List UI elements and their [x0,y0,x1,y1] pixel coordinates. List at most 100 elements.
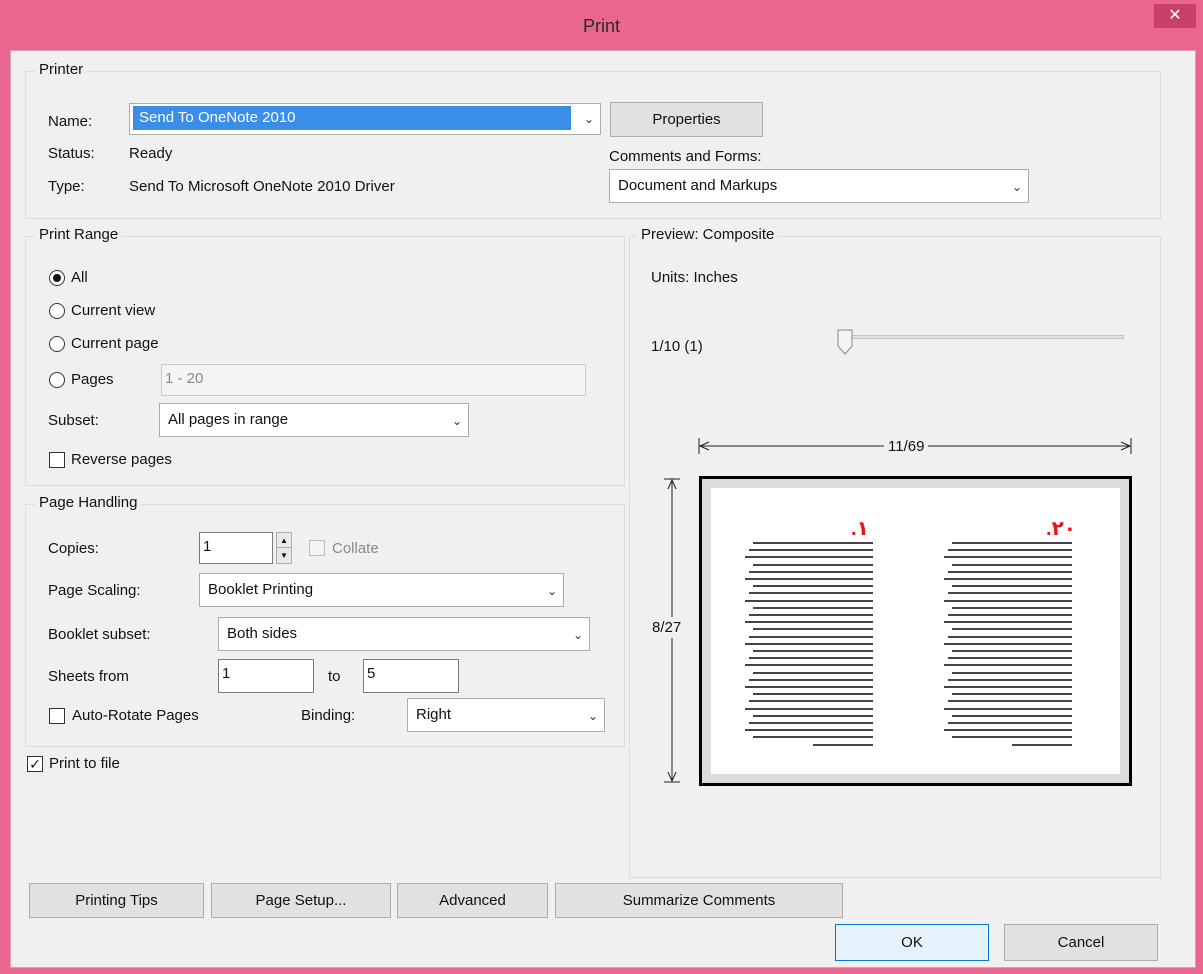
preview-text-line [952,671,1072,674]
preview-text-line [948,570,1072,573]
preview-text-line [944,578,1072,580]
stepper-down-icon[interactable]: ▼ [277,548,291,563]
copies-stepper[interactable]: ▲ ▼ [276,532,292,564]
comments-forms-select[interactable]: Document and Markups ⌄ [609,169,1029,203]
booklet-subset-label: Booklet subset: [48,626,151,643]
subset-value: All pages in range [168,411,289,428]
preview-text-line [944,621,1072,624]
window-title: Print [582,16,620,36]
subset-select[interactable]: All pages in range ⌄ [159,403,469,437]
reverse-pages-checkbox[interactable] [49,452,65,468]
preview-text-line [745,664,873,667]
preview-text-line [952,693,1072,696]
collate-checkbox[interactable] [309,540,325,556]
booklet-subset-value: Both sides [227,625,298,642]
range-current-view-radio[interactable] [49,303,65,319]
binding-label: Binding: [301,707,356,724]
sheets-to-label: to [328,668,341,685]
binding-value: Right [416,706,452,723]
preview-text-line [749,549,873,552]
close-button[interactable]: ✕ [1154,4,1196,28]
preview-text-line [952,628,1072,631]
preview-text-line [952,736,1072,739]
reverse-pages-label: Reverse pages [71,451,172,468]
preview-text-line [753,714,873,717]
printer-name-select[interactable]: Send To OneNote 2010 ⌄ [129,103,601,135]
page-counter: 1/10 (1) [651,338,703,355]
preview-text-line [753,671,873,674]
preview-text-line [753,650,873,652]
close-icon: ✕ [1168,7,1182,24]
preview-text-line [952,542,1072,544]
preview-text-line [753,542,873,544]
range-all-radio[interactable] [49,270,65,286]
chevron-down-icon[interactable]: ⌄ [578,104,600,134]
preview-text-line [749,678,873,681]
range-current-view-label: Current view [71,302,156,319]
chevron-down-icon[interactable]: ⌄ [567,618,589,650]
range-current-page-label: Current page [71,335,159,352]
chevron-down-icon[interactable]: ⌄ [446,404,468,436]
preview-text-line [952,650,1072,652]
page-slider-thumb[interactable] [837,329,853,355]
advanced-button[interactable]: Advanced [397,883,548,918]
preview-text-line [944,707,1072,710]
page-scaling-select[interactable]: Booklet Printing ⌄ [199,573,564,607]
preview-text-line [948,635,1072,638]
properties-button[interactable]: Properties [610,102,763,137]
copies-label: Copies: [48,540,99,557]
cancel-button[interactable]: Cancel [1004,924,1158,961]
printing-tips-button[interactable]: Printing Tips [29,883,204,918]
booklet-subset-select[interactable]: Both sides ⌄ [218,617,590,651]
right-page-text [939,542,1072,752]
pages-range-input[interactable]: 1 - 20 [161,364,586,396]
preview-text-line [753,606,873,609]
comments-forms-label: Comments and Forms: [609,148,762,165]
units-label: Units: Inches [651,269,738,286]
print-to-file-label: Print to file [49,755,120,772]
auto-rotate-checkbox[interactable] [49,708,65,724]
preview-text-line [948,722,1072,724]
sheets-from-label: Sheets from [48,668,129,685]
preview-text-line [749,722,873,724]
preview-text-line [944,556,1072,559]
subset-label: Subset: [48,412,99,429]
chevron-down-icon[interactable]: ⌄ [541,574,563,606]
print-range-group [25,236,625,486]
preview-text-line [944,686,1072,688]
preview-text-line [948,678,1072,681]
preview-text-line [745,729,873,732]
page-handling-legend: Page Handling [35,494,142,511]
preview-text-line [952,714,1072,717]
auto-rotate-label: Auto-Rotate Pages [72,707,199,724]
preview-sheet-paper: .١ .٢٠ [711,488,1120,774]
preview-text-line [948,700,1072,703]
preview-text-line [813,743,873,746]
status-value: Ready [129,145,173,162]
range-pages-radio[interactable] [49,372,65,388]
page-setup-button[interactable]: Page Setup... [211,883,391,918]
preview-text-line [944,599,1072,602]
preview-text-line [948,592,1072,595]
preview-text-line [745,621,873,624]
right-page-number: .٢٠ [1046,518,1076,540]
ok-button[interactable]: OK [835,924,989,961]
binding-select[interactable]: Right ⌄ [407,698,605,732]
sheets-to-input[interactable]: 5 [363,659,459,693]
preview-sheet: .١ .٢٠ [699,476,1132,786]
range-all-label: All [71,269,88,286]
range-current-page-radio[interactable] [49,336,65,352]
page-scaling-label: Page Scaling: [48,582,141,599]
summarize-comments-button[interactable]: Summarize Comments [555,883,843,918]
stepper-up-icon[interactable]: ▲ [277,533,291,548]
chevron-down-icon[interactable]: ⌄ [1006,170,1028,202]
printer-name-value: Send To OneNote 2010 [133,106,571,130]
copies-input[interactable]: 1 [199,532,273,564]
sheets-from-input[interactable]: 1 [218,659,314,693]
preview-text-line [952,563,1072,566]
preview-text-line [948,549,1072,552]
chevron-down-icon[interactable]: ⌄ [582,699,604,731]
page-slider-track[interactable] [844,335,1124,339]
preview-text-line [753,736,873,739]
print-to-file-checkbox[interactable]: ✓ [27,756,43,772]
